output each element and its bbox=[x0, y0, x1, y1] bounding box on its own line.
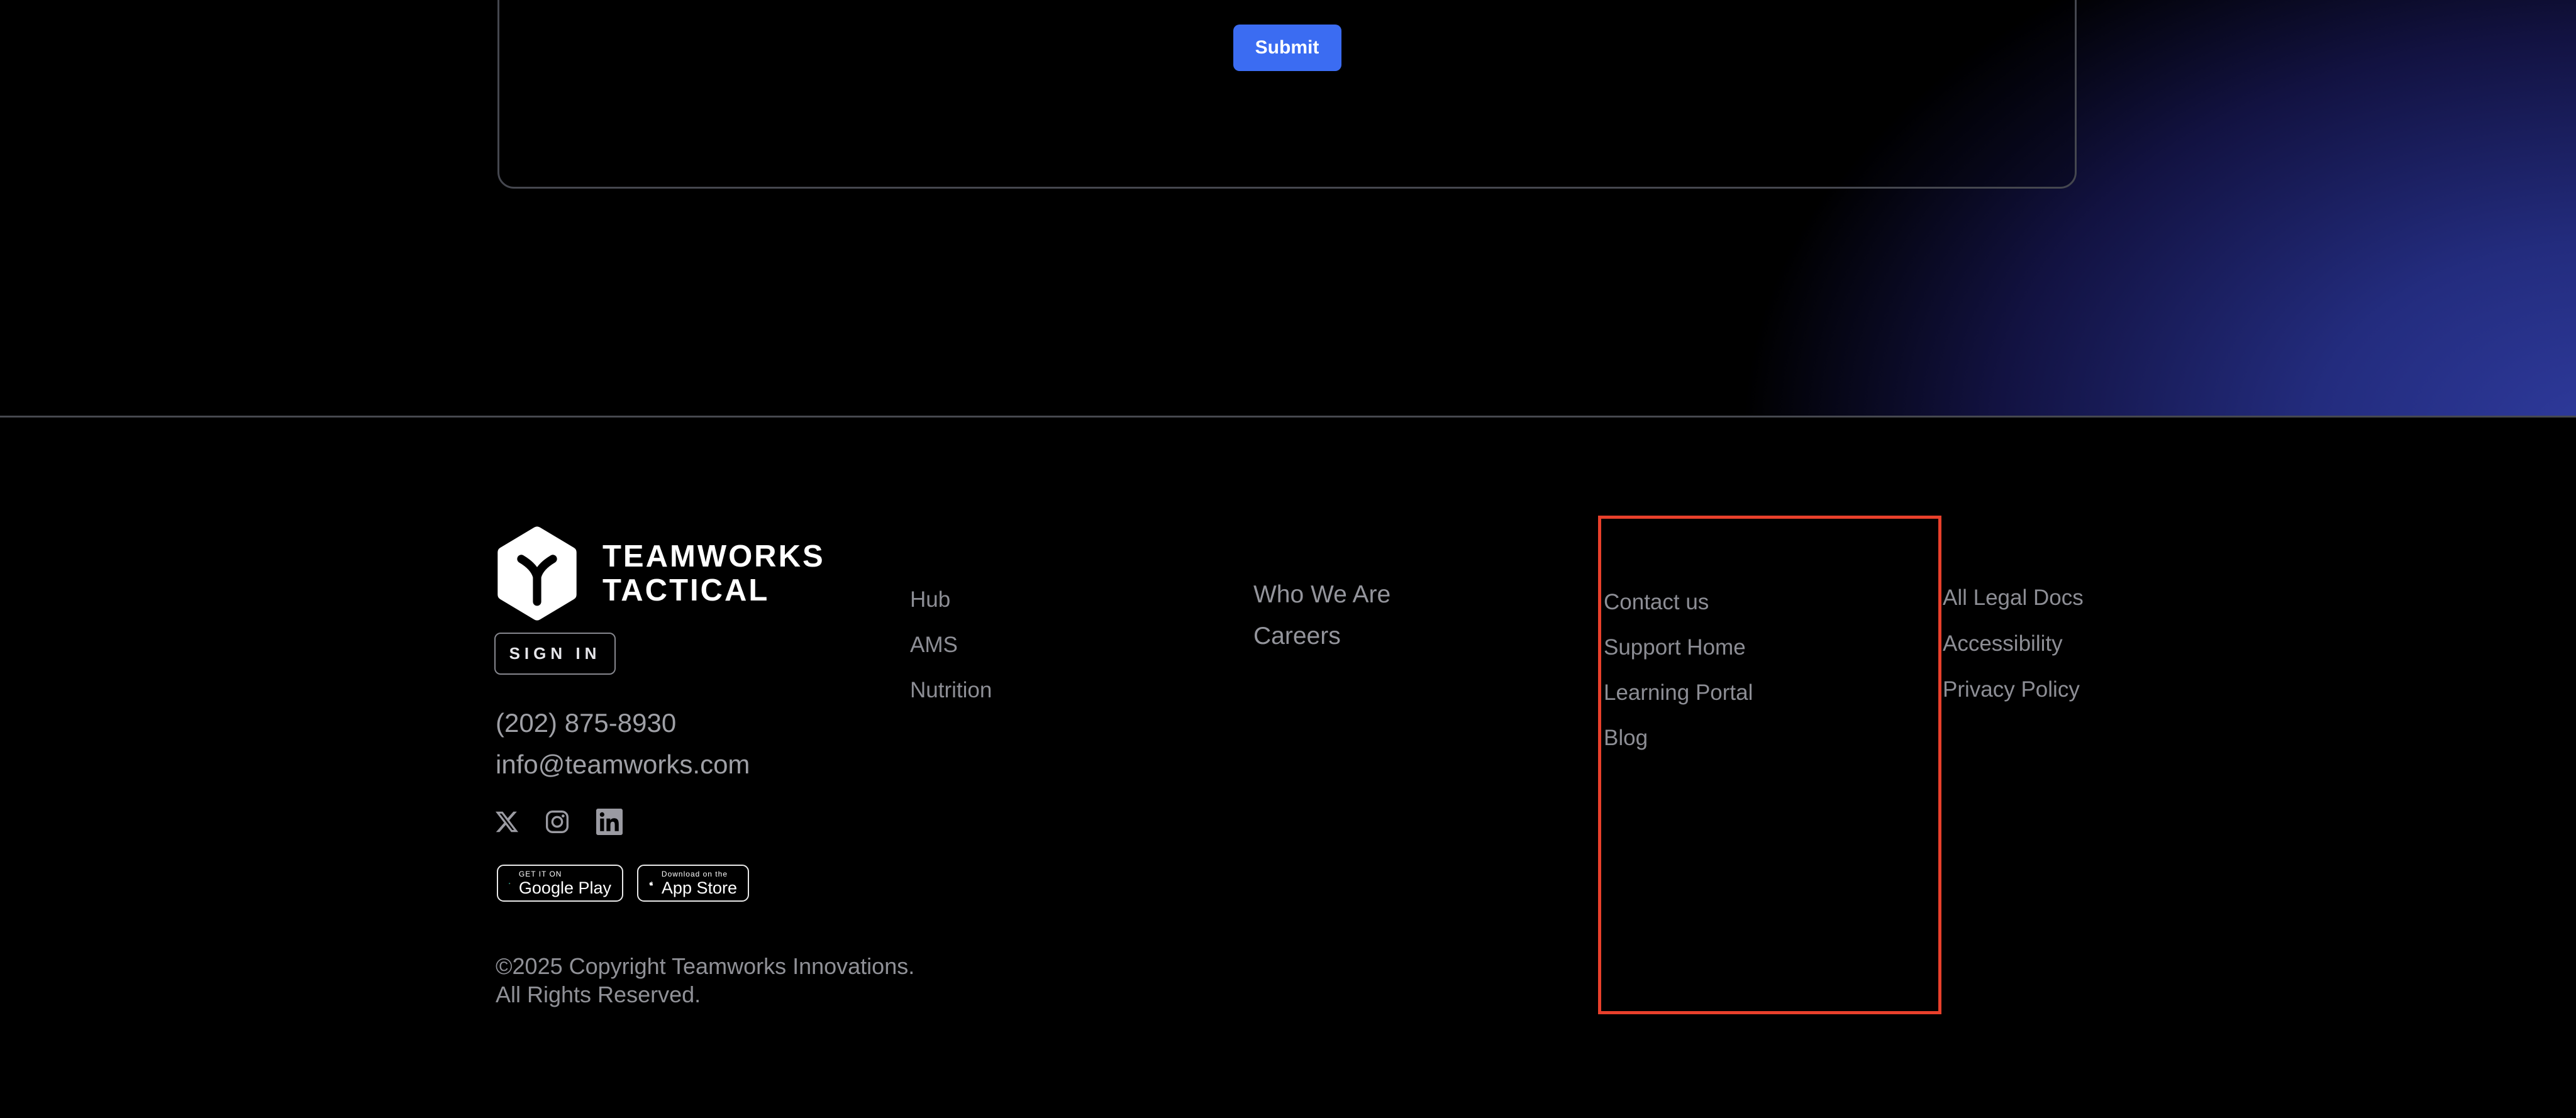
footer-column-support: Contact us Support Home Learning Portal … bbox=[1604, 591, 1753, 772]
footer-link-accessibility[interactable]: Accessibility bbox=[1943, 633, 2084, 655]
footer-link-contact-us[interactable]: Contact us bbox=[1604, 591, 1753, 614]
brand-line-2: TACTICAL bbox=[602, 573, 825, 607]
google-play-badge[interactable]: GET IT ON Google Play bbox=[497, 865, 623, 902]
google-play-icon bbox=[509, 873, 511, 894]
footer-column-legal: All Legal Docs Accessibility Privacy Pol… bbox=[1943, 587, 2084, 724]
instagram-icon[interactable] bbox=[545, 809, 570, 834]
social-links bbox=[496, 809, 623, 835]
footer: TEAMWORKS TACTICAL SIGN IN (202) 875-893… bbox=[0, 418, 2576, 1118]
email-link[interactable]: info@teamworks.com bbox=[496, 750, 750, 780]
brand-line-1: TEAMWORKS bbox=[602, 540, 825, 573]
form-section: Submit bbox=[0, 0, 2576, 416]
app-store-badge[interactable]: Download on the App Store bbox=[637, 865, 749, 902]
footer-logo[interactable]: TEAMWORKS TACTICAL bbox=[496, 526, 825, 621]
footer-link-privacy-policy[interactable]: Privacy Policy bbox=[1943, 678, 2084, 701]
footer-link-all-legal-docs[interactable]: All Legal Docs bbox=[1943, 587, 2084, 609]
footer-link-hub[interactable]: Hub bbox=[910, 589, 992, 611]
footer-link-ams[interactable]: AMS bbox=[910, 634, 992, 656]
form-card: Submit bbox=[497, 0, 2077, 189]
copyright: ©2025 Copyright Teamworks Innovations. A… bbox=[496, 952, 914, 1009]
app-badges: GET IT ON Google Play Download on the Ap… bbox=[497, 865, 749, 902]
footer-link-learning-portal[interactable]: Learning Portal bbox=[1604, 682, 1753, 704]
x-twitter-icon[interactable] bbox=[496, 811, 518, 833]
footer-link-support-home[interactable]: Support Home bbox=[1604, 636, 1753, 659]
section-divider bbox=[0, 416, 2576, 418]
app-store-tagline: Download on the bbox=[662, 870, 737, 878]
apple-icon bbox=[649, 873, 653, 894]
google-play-name: Google Play bbox=[519, 878, 611, 897]
app-store-name: App Store bbox=[662, 878, 737, 897]
phone-link[interactable]: (202) 875-8930 bbox=[496, 708, 676, 738]
submit-button[interactable]: Submit bbox=[1233, 25, 1341, 71]
footer-link-who-we-are[interactable]: Who We Are bbox=[1253, 582, 1391, 607]
copyright-line-2: All Rights Reserved. bbox=[496, 980, 914, 1009]
linkedin-icon[interactable] bbox=[596, 809, 623, 835]
footer-link-careers[interactable]: Careers bbox=[1253, 624, 1391, 649]
brand-wordmark: TEAMWORKS TACTICAL bbox=[602, 540, 825, 607]
page: Submit TEAMWORKS TACTICAL SIGN IN (202) … bbox=[0, 0, 2576, 1118]
teamworks-logo-icon bbox=[496, 526, 579, 621]
footer-link-nutrition[interactable]: Nutrition bbox=[910, 679, 992, 702]
copyright-line-1: ©2025 Copyright Teamworks Innovations. bbox=[496, 952, 914, 980]
footer-column-company: Who We Are Careers bbox=[1253, 582, 1391, 665]
google-play-tagline: GET IT ON bbox=[519, 870, 611, 878]
sign-in-button[interactable]: SIGN IN bbox=[494, 633, 616, 675]
footer-column-products: Hub AMS Nutrition bbox=[910, 589, 992, 724]
footer-link-blog[interactable]: Blog bbox=[1604, 727, 1753, 750]
